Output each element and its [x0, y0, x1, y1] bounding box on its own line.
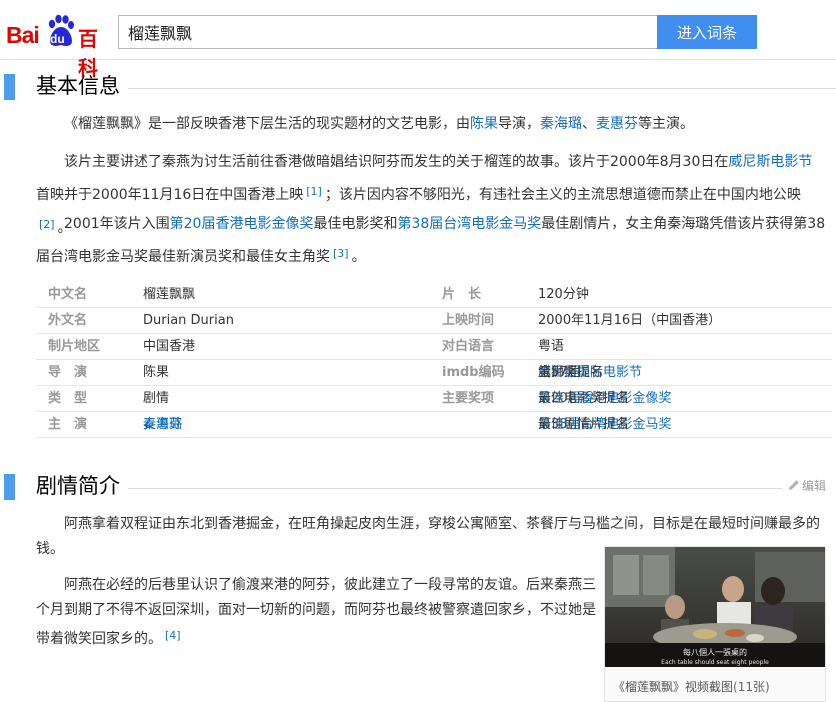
- golden-horse-link[interactable]: 第38届台湾电影金马奖: [397, 216, 541, 232]
- baidu-baike-logo[interactable]: Bai du 百科: [6, 10, 110, 80]
- text-span: 2001年该片入围: [64, 216, 170, 232]
- reference-link-1[interactable]: [1]: [303, 185, 325, 198]
- video-subtitle-en: Each table should seat eight people: [661, 659, 769, 666]
- top-header: Bai du 百科 进入词条: [0, 0, 836, 80]
- text-span: 等主演。: [638, 116, 694, 132]
- info-row: 中文名 榴莲飘飘 片 长 120分钟: [36, 282, 832, 308]
- section-head-plot: 剧情简介 编辑: [0, 470, 836, 506]
- text-span: 最佳剧情片提名: [538, 417, 630, 432]
- enter-entry-button[interactable]: 进入词条: [657, 15, 757, 49]
- section-divider: [128, 88, 836, 89]
- info-value: 粤语: [538, 339, 565, 354]
- section-marker: [4, 74, 15, 100]
- info-row: 类 型 剧情 主要奖项 第20届香港电影金像奖 最佳电影奖提名: [36, 386, 832, 412]
- text-span: 最佳电影奖提名: [538, 391, 630, 406]
- logo-bai-text: Bai: [6, 22, 40, 48]
- edit-label: 编辑: [801, 479, 826, 493]
- section-head-basic-info: 基本信息: [0, 70, 836, 106]
- region-link[interactable]: 中国香港: [143, 334, 195, 360]
- section-title: 剧情简介: [36, 474, 120, 498]
- intro-paragraph-1: 《榴莲飘飘》是一部反映香港下层生活的现实题材的文艺电影，由陈果导演，秦海璐、麦惠…: [36, 110, 826, 139]
- director-link[interactable]: 陈果: [143, 360, 169, 386]
- info-row: 主 演 秦海璐，麦惠芬 第38届台湾电影金马奖 最佳剧情片提名: [36, 412, 832, 438]
- text-span: 《榴莲飘飘》是一部反映香港下层生活的现实题材的文艺电影，由: [64, 116, 470, 132]
- text-span: 阿燕在必经的后巷里认识了偷渡来港的阿芬，彼此建立了一段寻常的友谊。后来秦燕三个月…: [36, 577, 596, 647]
- festival-link[interactable]: 威尼斯电影节: [728, 154, 812, 170]
- image-count: (11张): [733, 680, 770, 694]
- text-span: 、: [582, 116, 596, 132]
- info-key: 主要奖项: [442, 391, 495, 406]
- intro-paragraph-3: 2001年该片入围第20届香港电影金像奖最佳电影奖和第38届台湾电影金马奖最佳剧…: [36, 210, 826, 272]
- video-still-image: 每八個人一張桌的 Each table should seat eight pe…: [605, 547, 825, 667]
- section-marker: [4, 474, 15, 500]
- info-key: 上映时间: [442, 313, 495, 328]
- reference-link-4[interactable]: [4]: [162, 629, 184, 642]
- plot-paragraph-2: 阿燕在必经的后巷里认识了偷渡来港的阿芬，彼此建立了一段寻常的友谊。后来秦燕三个月…: [36, 573, 598, 652]
- info-value: 120分钟: [538, 287, 589, 302]
- text-span: 。: [351, 249, 366, 265]
- info-row: 外文名 Durian Durian 上映时间 2000年11月16日（中国香港）: [36, 308, 832, 334]
- info-key: 中文名: [48, 287, 88, 302]
- info-key: imdb编码: [442, 365, 505, 380]
- info-row: 导 演 陈果 imdb编码 第57届 威尼斯国际电影节 金狮奖提名: [36, 360, 832, 386]
- section-divider: [128, 488, 782, 489]
- pencil-icon: [788, 480, 799, 490]
- actor-link-1[interactable]: 秦海璐: [540, 116, 582, 132]
- edit-button[interactable]: 编辑: [788, 477, 826, 494]
- info-value: 榴莲飘飘: [143, 287, 196, 302]
- reference-link-3[interactable]: [3]: [330, 247, 352, 260]
- video-subtitle-cn: 每八個人一張桌的: [683, 647, 747, 657]
- text-span: 最佳电影奖和: [313, 216, 398, 232]
- figure-caption: 《榴莲飘飘》视频截图(11张): [613, 678, 770, 695]
- text-span: 该片主要讲述了秦燕为讨生活前往香港做暗娼结识阿芬而发生的关于榴莲的故事。该片于2…: [64, 154, 729, 170]
- info-value: 剧情: [143, 391, 170, 406]
- actor-link-2[interactable]: 麦惠芬: [143, 412, 182, 438]
- hkfa-link[interactable]: 第20届香港电影金像奖: [170, 216, 314, 232]
- info-key: 导 演: [48, 365, 88, 380]
- director-link[interactable]: 陈果: [470, 116, 498, 132]
- text-span: 金狮奖提名: [538, 365, 604, 380]
- info-key: 主 演: [48, 417, 88, 432]
- info-value: Durian Durian: [143, 313, 234, 328]
- info-key: 对白语言: [442, 339, 495, 354]
- info-value: 2000年11月16日（中国香港）: [538, 313, 722, 328]
- text-span: 首映并于2000年11月16日在中国香港上映: [36, 187, 304, 203]
- logo-du-text: du: [50, 32, 65, 46]
- text-span: ；该片因内容不够阳光，有违社会主义的主流思想道德而禁止在中国内地公映: [324, 187, 801, 203]
- info-row: 制片地区 中国香港 对白语言 粤语: [36, 334, 832, 360]
- info-key: 片 长: [442, 287, 482, 302]
- info-key: 制片地区: [48, 339, 101, 354]
- video-screenshot-figure[interactable]: 每八個人一張桌的 Each table should seat eight pe…: [604, 546, 826, 702]
- text-span: 导演，: [498, 116, 540, 132]
- info-key: 类 型: [48, 391, 88, 406]
- search-input[interactable]: [118, 15, 658, 49]
- actor-link-2[interactable]: 麦惠芬: [596, 116, 638, 132]
- section-title: 基本信息: [36, 74, 120, 98]
- info-key: 外文名: [48, 313, 88, 328]
- caption-text: 《榴莲飘飘》视频截图: [613, 680, 734, 694]
